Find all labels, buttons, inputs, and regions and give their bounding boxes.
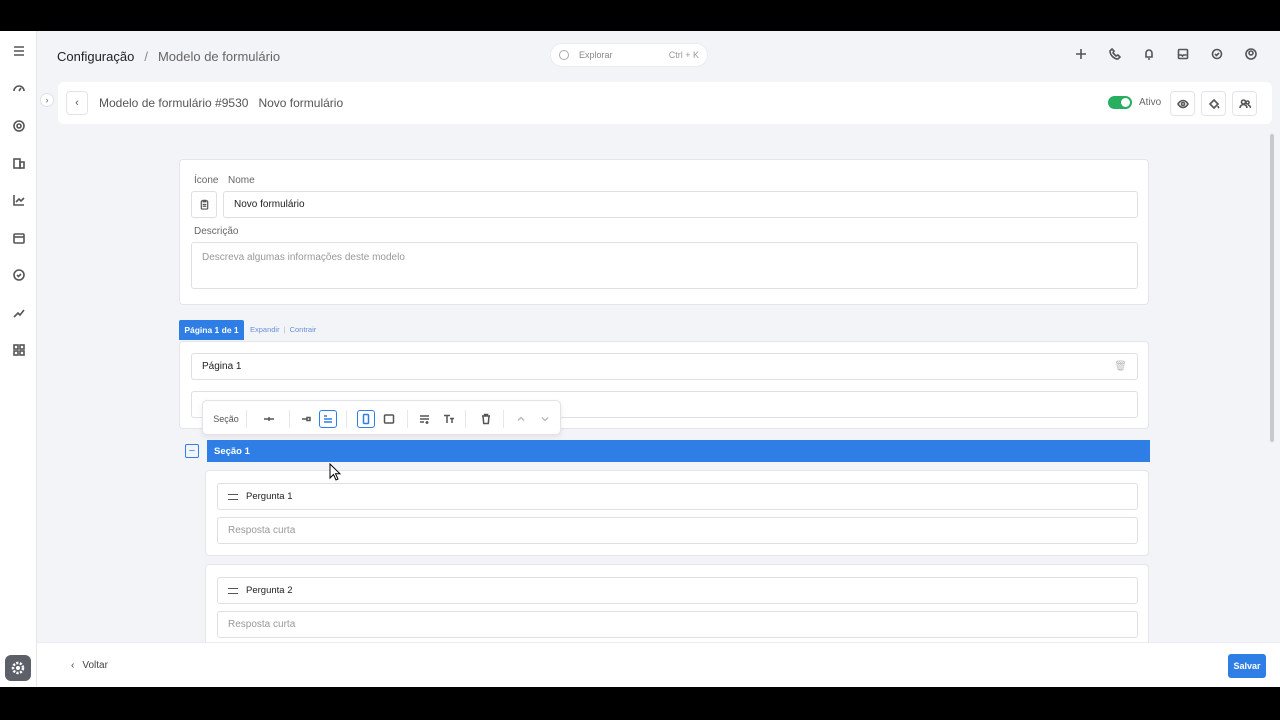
layout-inline-icon[interactable] (297, 410, 315, 428)
clipboard-icon (200, 199, 208, 210)
add-icon[interactable] (1074, 47, 1088, 61)
expand-link[interactable]: Expandir (250, 325, 280, 334)
user-icon[interactable] (1244, 47, 1258, 61)
answer-field[interactable]: Resposta curta (217, 611, 1138, 638)
move-up-icon[interactable] (513, 410, 529, 428)
support-icon[interactable] (10, 117, 27, 134)
description-label: Descrição (194, 226, 239, 237)
question-title-field[interactable]: Pergunta 1 (217, 483, 1138, 510)
question-title: Pergunta 1 (228, 491, 292, 502)
breadcrumb-current: Modelo de formulário (157, 49, 281, 64)
sidebar-expand-button[interactable]: › (40, 93, 54, 107)
page-title-field[interactable]: Página 1 🗑 (191, 353, 1138, 380)
trend-icon[interactable] (10, 304, 27, 321)
delete-section-icon[interactable] (477, 410, 495, 428)
breadcrumb-separator: / (144, 49, 148, 64)
answer-field[interactable]: Resposta curta (217, 517, 1138, 544)
page-tab-links: Expandir | Contrair (250, 325, 316, 334)
inbox-icon[interactable] (1176, 47, 1190, 61)
back-button[interactable]: ‹ (66, 91, 88, 115)
name-field[interactable]: Novo formulário (223, 191, 1138, 218)
back-link[interactable]: ‹ Voltar (71, 660, 108, 671)
question-card: Pergunta 2 Resposta curta (205, 564, 1149, 650)
form-name: Novo formulário (258, 96, 344, 110)
question-card: Pergunta 1 Resposta curta (205, 470, 1149, 556)
question-title-text: Pergunta 1 (246, 491, 293, 502)
divider-icon[interactable] (261, 410, 277, 428)
calendar-icon[interactable] (10, 229, 27, 246)
chevron-left-icon: ‹ (75, 97, 79, 109)
breadcrumb-root[interactable]: Configuração (57, 49, 134, 64)
short-text-icon (228, 587, 238, 594)
mouse-cursor-icon (329, 463, 341, 481)
icon-picker[interactable] (191, 191, 217, 218)
widgets-icon[interactable] (10, 341, 27, 358)
section-label: Seção (213, 414, 239, 424)
dashboard-icon[interactable] (10, 79, 27, 96)
preview-button[interactable] (1170, 91, 1195, 116)
form-info-card: Ícone Nome Novo formulário Descrição Des… (179, 159, 1149, 305)
collapse-link[interactable]: Contrair (290, 325, 317, 334)
breadcrumb: Configuração / Modelo de formulário (57, 49, 280, 64)
search-shortcut: Ctrl + K (668, 50, 699, 60)
top-actions (1074, 47, 1258, 61)
search-input[interactable]: Explorar Ctrl + K (550, 43, 708, 67)
question-title-field[interactable]: Pergunta 2 (217, 577, 1138, 604)
question-title-text: Pergunta 2 (246, 585, 293, 596)
footer-bar: ‹ Voltar Salvar (37, 642, 1280, 687)
settings-button[interactable] (5, 655, 31, 681)
phone-icon[interactable] (1108, 47, 1122, 61)
section-collapse-button[interactable]: − (185, 444, 199, 458)
text-format-icon[interactable] (440, 410, 458, 428)
layout-stacked-icon[interactable] (319, 410, 337, 428)
style-button[interactable] (1201, 91, 1226, 116)
search-placeholder: Explorar (579, 50, 613, 60)
status-toggle[interactable] (1108, 96, 1132, 109)
gear-icon (11, 661, 25, 675)
name-label: Nome (228, 175, 255, 186)
column-wide-icon[interactable] (380, 410, 398, 428)
trash-icon[interactable]: 🗑 (1114, 361, 1127, 372)
short-text-icon (228, 493, 238, 500)
question-title: Pergunta 2 (228, 585, 292, 596)
move-down-icon[interactable] (537, 410, 553, 428)
topbar: Configuração / Modelo de formulário Expl… (37, 31, 1280, 81)
check-circle-icon[interactable] (10, 266, 27, 283)
icon-label: Ícone (194, 175, 219, 186)
tab-page-1[interactable]: Página 1 de 1 (179, 320, 244, 340)
column-single-icon[interactable] (357, 410, 375, 428)
section-header[interactable]: Seção 1 (207, 440, 1150, 462)
chevron-left-icon: ‹ (71, 660, 75, 671)
paint-bucket-icon (1208, 98, 1220, 109)
model-id: Modelo de formulário #9530 (99, 96, 249, 110)
sidebar (0, 31, 37, 687)
section-toolbar: Seção (202, 400, 561, 435)
form-header-title: Modelo de formulário #9530 Novo formulár… (99, 96, 343, 110)
scrollbar[interactable] (1270, 134, 1274, 442)
link-divider: | (283, 325, 286, 334)
permissions-button[interactable] (1232, 91, 1257, 116)
save-button[interactable]: Salvar (1228, 654, 1266, 678)
chart-icon[interactable] (10, 191, 27, 208)
users-icon (1238, 98, 1251, 108)
compass-icon (559, 50, 569, 60)
form-header: ‹ Modelo de formulário #9530 Novo formul… (58, 82, 1272, 124)
status-label: Ativo (1139, 97, 1162, 108)
eye-icon (1176, 99, 1189, 108)
bell-icon[interactable] (1142, 47, 1156, 61)
menu-icon[interactable] (10, 42, 27, 59)
building-icon[interactable] (10, 154, 27, 171)
app-window: › Configuração / Modelo de formulário Ex… (0, 31, 1280, 687)
add-question-icon[interactable] (416, 410, 434, 428)
back-label: Voltar (82, 660, 108, 671)
page-title: Página 1 (202, 361, 242, 372)
tasks-icon[interactable] (1210, 47, 1224, 61)
description-field[interactable]: Descreva algumas informações deste model… (191, 242, 1138, 289)
